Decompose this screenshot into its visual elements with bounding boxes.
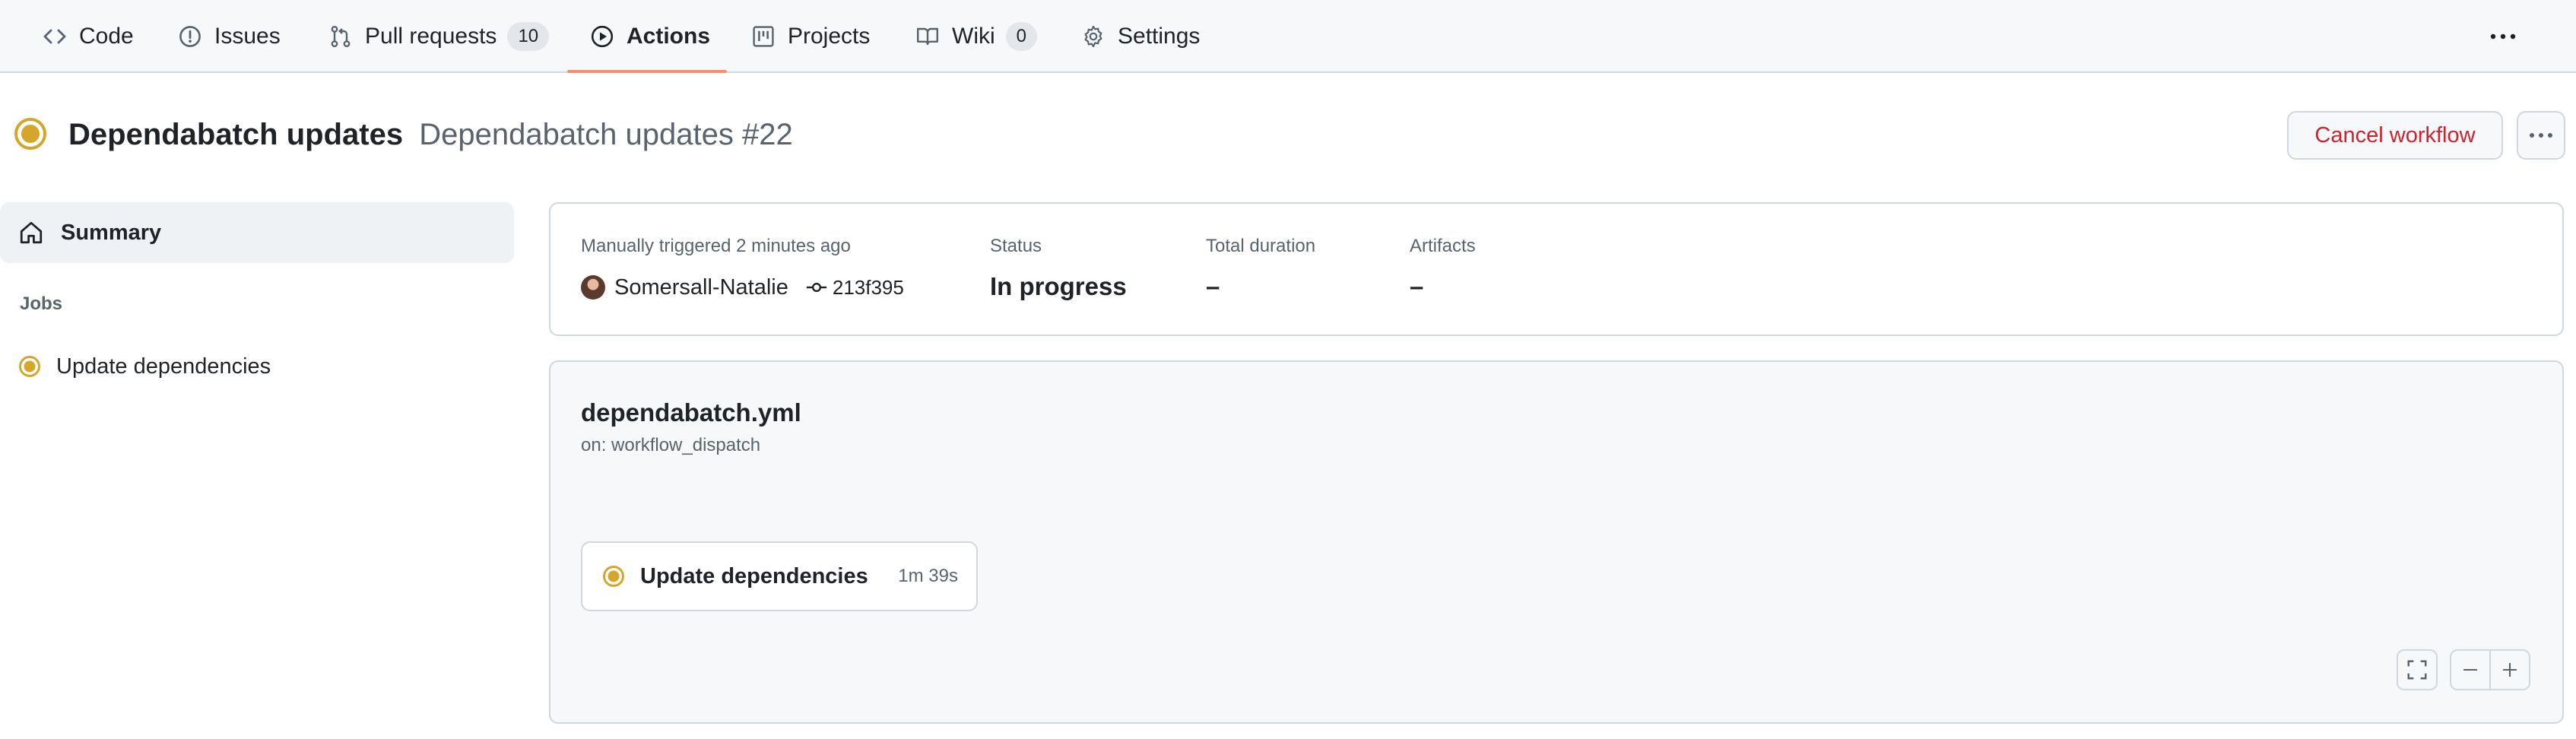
tab-wiki[interactable]: Wiki 0	[915, 0, 1038, 73]
avatar[interactable]	[581, 275, 605, 300]
zoom-in-button[interactable]	[2489, 649, 2530, 690]
project-icon	[753, 26, 774, 47]
workflow-file-name: dependabatch.yml	[581, 398, 801, 427]
pull-request-icon	[331, 26, 351, 47]
sidebar-item-summary[interactable]: Summary	[0, 202, 514, 263]
fullscreen-button[interactable]	[2397, 649, 2438, 690]
status-label: Status	[990, 236, 1042, 256]
sidebar-job-update-dependencies[interactable]: Update dependencies	[18, 348, 271, 385]
fullscreen-icon	[2407, 660, 2427, 680]
home-icon	[20, 221, 43, 244]
artifacts-value: –	[1410, 272, 1424, 300]
in-progress-icon	[603, 566, 624, 587]
gear-icon	[1084, 25, 1102, 48]
tab-label: Projects	[788, 24, 871, 49]
tab-label: Issues	[214, 24, 281, 49]
in-progress-icon	[14, 118, 46, 150]
workflow-name: Dependabatch updates	[68, 118, 404, 151]
zoom-in-icon	[2503, 663, 2517, 677]
run-name: Dependabatch updates #22	[419, 118, 793, 151]
artifacts-label: Artifacts	[1410, 236, 1476, 256]
actor-name[interactable]: Somersall-Natalie	[614, 275, 788, 300]
nav-more-button[interactable]	[2486, 21, 2520, 52]
tab-actions[interactable]: Actions	[590, 0, 710, 73]
tab-issues[interactable]: Issues	[178, 0, 281, 73]
zoom-out-icon	[2463, 668, 2477, 671]
commit-link[interactable]: 213f395	[805, 276, 904, 300]
duration-label: Total duration	[1206, 236, 1316, 256]
play-icon	[591, 25, 614, 48]
book-icon	[917, 27, 938, 46]
tab-settings[interactable]: Settings	[1081, 0, 1200, 73]
workflow-graph: dependabatch.yml on: workflow_dispatch U…	[549, 360, 2564, 724]
tab-label: Code	[79, 24, 134, 49]
tab-label: Pull requests	[365, 24, 497, 49]
zoom-out-button[interactable]	[2450, 649, 2491, 690]
cancel-workflow-button[interactable]: Cancel workflow	[2287, 111, 2503, 160]
job-node-update-dependencies[interactable]: Update dependencies 1m 39s	[581, 541, 978, 611]
duration-value: –	[1206, 272, 1220, 300]
actor-info: Somersall-Natalie 213f395	[581, 274, 904, 301]
commit-sha: 213f395	[832, 275, 904, 299]
kebab-horizontal-icon	[2490, 33, 2516, 40]
trigger-text: Manually triggered 2 minutes ago	[581, 236, 851, 256]
tab-label: Settings	[1118, 24, 1201, 49]
wiki-counter: 0	[1005, 22, 1038, 51]
pull-requests-counter: 10	[507, 22, 550, 51]
tab-label: Actions	[627, 24, 711, 49]
tab-pull-requests[interactable]: Pull requests 10	[328, 0, 550, 73]
jobs-heading: Jobs	[20, 293, 63, 314]
workflow-trigger: on: workflow_dispatch	[581, 435, 761, 455]
tab-label: Wiki	[952, 24, 995, 49]
code-icon	[43, 29, 66, 44]
page-title: Dependabatch updates Dependabatch update…	[68, 114, 793, 155]
active-tab-underline	[567, 70, 727, 73]
sidebar-job-label: Update dependencies	[56, 354, 271, 379]
tab-projects[interactable]: Projects	[751, 0, 870, 73]
run-summary-card: Manually triggered 2 minutes ago Somersa…	[549, 202, 2564, 336]
job-node-duration: 1m 39s	[898, 566, 958, 586]
in-progress-icon	[19, 356, 40, 377]
git-commit-icon	[806, 282, 826, 293]
kebab-horizontal-icon	[2530, 133, 2552, 138]
tab-code[interactable]: Code	[43, 0, 134, 73]
status-value: In progress	[990, 272, 1127, 300]
job-node-label: Update dependencies	[640, 563, 868, 588]
sidebar-item-label: Summary	[61, 220, 162, 245]
run-more-button[interactable]	[2517, 111, 2565, 160]
repo-nav: Code Issues Pull requests 10 Actions Pro…	[0, 0, 2576, 73]
issue-icon	[179, 26, 201, 47]
